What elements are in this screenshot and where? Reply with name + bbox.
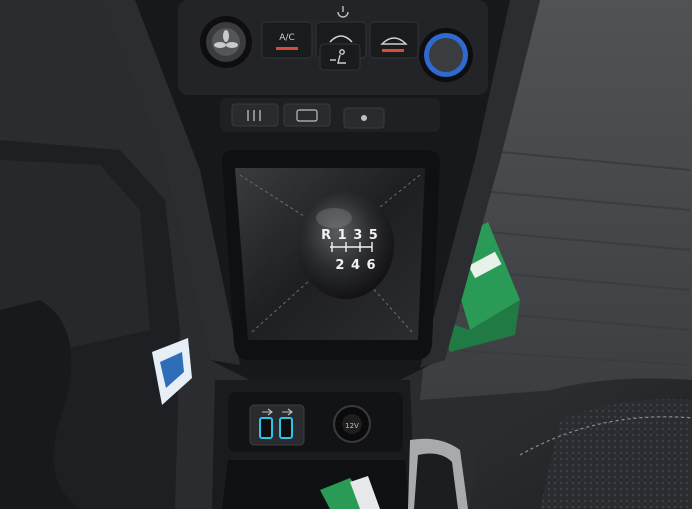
- usb-port-bezel: [249, 404, 305, 446]
- rear-defrost-button[interactable]: [283, 103, 331, 127]
- power-socket-label: 12V: [345, 422, 359, 430]
- usb-port-1[interactable]: [259, 417, 273, 439]
- ac-indicator: [276, 47, 298, 50]
- airflow-button[interactable]: [319, 43, 361, 71]
- seat-heater-button[interactable]: [231, 103, 279, 127]
- usb-port-2[interactable]: [279, 417, 293, 439]
- car-center-console-photo: A/C R 1 3 5 2 4 6 12V: [0, 0, 692, 509]
- cupholder-well: [222, 460, 410, 509]
- gear-pattern-bottom-row: 2 4 6: [335, 258, 376, 273]
- handbrake-lever[interactable]: [414, 453, 458, 509]
- temperature-knob[interactable]: [419, 28, 473, 82]
- hazard-button[interactable]: [343, 107, 385, 129]
- gear-pattern-top-row: R 1 3 5: [321, 228, 379, 243]
- windshield-defrost-button[interactable]: [369, 21, 419, 59]
- defrost-indicator: [382, 49, 404, 52]
- ac-button-label: A/C: [279, 33, 294, 43]
- ac-button[interactable]: A/C: [261, 21, 313, 59]
- console-scene: A/C R 1 3 5 2 4 6 12V: [0, 0, 692, 509]
